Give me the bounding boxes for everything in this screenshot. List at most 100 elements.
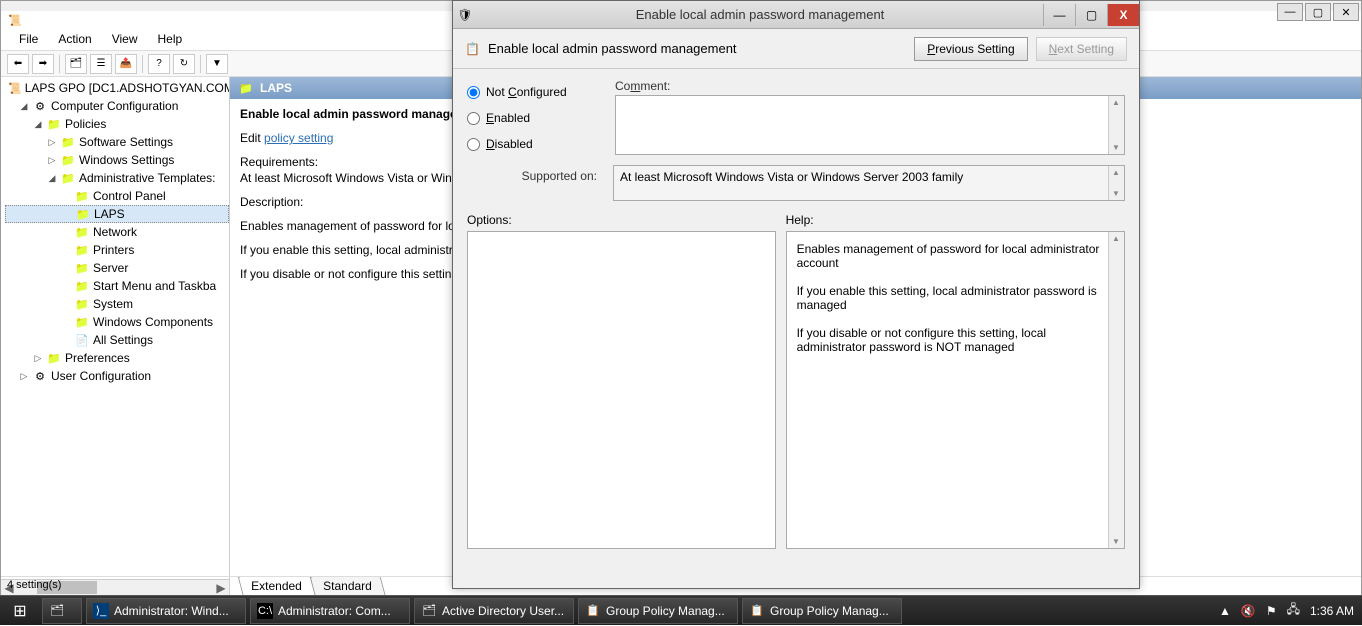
tray-network-icon[interactable]: 🖧 xyxy=(1287,600,1300,621)
tray-clock[interactable]: 1:36 AM xyxy=(1310,604,1354,618)
tree-expander[interactable]: ▷ xyxy=(33,353,43,364)
tree-label: Server xyxy=(93,261,128,275)
forward-button[interactable]: ➡ xyxy=(32,54,54,74)
dialog-title: Enable local admin password management xyxy=(477,7,1043,22)
tree-item-network[interactable]: Network xyxy=(5,223,229,241)
menu-help[interactable]: Help xyxy=(148,29,193,50)
tree-label: Administrative Templates: xyxy=(79,171,216,185)
tree-expander[interactable]: ▷ xyxy=(19,371,29,382)
menu-view[interactable]: View xyxy=(102,29,148,50)
help-scrollbar[interactable] xyxy=(1108,232,1124,548)
tb-refresh-button[interactable]: ↻ xyxy=(173,54,195,74)
tree-item-laps[interactable]: LAPS xyxy=(5,205,229,223)
supported-scrollbar[interactable] xyxy=(1108,166,1124,200)
menu-action[interactable]: Action xyxy=(48,29,101,50)
system-tray[interactable]: ▲ 🔇 ⚑ 🖧 1:36 AM xyxy=(1219,600,1362,621)
tree-item-computer-configuration[interactable]: ◢Computer Configuration xyxy=(5,97,229,115)
tb-help-button[interactable]: ? xyxy=(148,54,170,74)
tb-folder-button[interactable]: 🗂 xyxy=(65,54,87,74)
tree-item-windows-settings[interactable]: ▷ Windows Settings xyxy=(5,151,229,169)
radio-enabled[interactable]: Enabled xyxy=(467,105,597,131)
tb-list-button[interactable]: ☰ xyxy=(90,54,112,74)
folder-icon xyxy=(74,297,90,311)
tree-item-user-configuration[interactable]: ▷User Configuration xyxy=(5,367,229,385)
help-p3: If you disable or not configure this set… xyxy=(797,326,1114,354)
help-p1: Enables management of password for local… xyxy=(797,242,1114,270)
back-button[interactable]: ⬅ xyxy=(7,54,29,74)
tree-label: Policies xyxy=(65,117,106,131)
scroll-icon xyxy=(8,81,22,95)
radio-not-configured-input[interactable] xyxy=(467,86,480,99)
dialog-maximize-button[interactable]: ▢ xyxy=(1075,4,1107,26)
gear-icon xyxy=(32,99,48,113)
tree-item-control-panel[interactable]: Control Panel xyxy=(5,187,229,205)
tb-filter-button[interactable]: ▼ xyxy=(206,54,228,74)
task-gpmc-1[interactable]: 📋Group Policy Manag... xyxy=(578,598,738,624)
tree-label: Preferences xyxy=(65,351,130,365)
folder-icon xyxy=(46,351,62,365)
main-maximize-button[interactable]: ▢ xyxy=(1305,3,1331,21)
folder-icon xyxy=(74,315,90,329)
folder-icon xyxy=(74,243,90,257)
help-p2: If you enable this setting, local admini… xyxy=(797,284,1114,312)
tree-label: System xyxy=(93,297,133,311)
tree-item-policies[interactable]: ◢ Policies xyxy=(5,115,229,133)
main-close-button[interactable]: ✕ xyxy=(1333,3,1359,21)
radio-not-configured[interactable]: Not Configured xyxy=(467,79,597,105)
radio-enabled-input[interactable] xyxy=(467,112,480,125)
folder-icon xyxy=(74,225,90,239)
tree-item-administrative-templates[interactable]: ◢ Administrative Templates: xyxy=(5,169,229,187)
tree-item-start-menu-and-taskba[interactable]: Start Menu and Taskba xyxy=(5,277,229,295)
tray-flag-icon[interactable]: ⚑ xyxy=(1266,604,1277,618)
tree-item-preferences[interactable]: ▷ Preferences xyxy=(5,349,229,367)
tree-expander[interactable]: ◢ xyxy=(33,119,43,130)
tray-volume-icon[interactable]: 🔇 xyxy=(1241,604,1256,618)
next-setting-button[interactable]: Next Setting xyxy=(1036,37,1127,61)
tree-item-windows-components[interactable]: Windows Components xyxy=(5,313,229,331)
tree-expander[interactable]: ◢ xyxy=(47,173,57,184)
folder-icon xyxy=(60,153,76,167)
task-explorer[interactable]: 🗂 xyxy=(42,598,82,624)
dialog-titlebar[interactable]: 🛡 Enable local admin password management… xyxy=(453,1,1139,29)
tree-pane[interactable]: LAPS GPO [DC1.ADSHOTGYAN.COM◢Computer Co… xyxy=(1,77,230,595)
comment-textarea[interactable] xyxy=(615,95,1125,155)
start-button[interactable]: ⊞ xyxy=(0,596,40,626)
tree-item-laps-gpo-dc1-adshotgyan-com[interactable]: LAPS GPO [DC1.ADSHOTGYAN.COM xyxy=(5,79,229,97)
previous-setting-button[interactable]: Previous Setting xyxy=(914,37,1027,61)
tree-item-printers[interactable]: Printers xyxy=(5,241,229,259)
radio-disabled-input[interactable] xyxy=(467,138,480,151)
tree-item-all-settings[interactable]: All Settings xyxy=(5,331,229,349)
tree-item-software-settings[interactable]: ▷Software Settings xyxy=(5,133,229,151)
tree-expander[interactable]: ▷ xyxy=(47,137,57,148)
taskbar: ⊞ 🗂 ⟩_Administrator: Wind... C:\Administ… xyxy=(0,595,1362,625)
comment-scrollbar[interactable] xyxy=(1108,96,1124,154)
task-cmd[interactable]: C:\Administrator: Com... xyxy=(250,598,410,624)
dialog-minimize-button[interactable]: — xyxy=(1043,4,1075,26)
task-powershell[interactable]: ⟩_Administrator: Wind... xyxy=(86,598,246,624)
tb-export-button[interactable]: 📤 xyxy=(115,54,137,74)
folder-icon xyxy=(74,189,90,203)
tree-expander[interactable]: ◢ xyxy=(19,101,29,112)
gear-icon xyxy=(32,369,48,383)
tree-item-system[interactable]: System xyxy=(5,295,229,313)
tree-label: Printers xyxy=(93,243,134,257)
task-aduc[interactable]: 🗂Active Directory User... xyxy=(414,598,574,624)
tree-item-server[interactable]: Server xyxy=(5,259,229,277)
tray-up-icon[interactable]: ▲ xyxy=(1219,604,1231,618)
dialog-close-button[interactable]: X xyxy=(1107,4,1139,26)
main-minimize-button[interactable]: — xyxy=(1277,3,1303,21)
task-gpmc-2[interactable]: 📋Group Policy Manag... xyxy=(742,598,902,624)
tree-label: Windows Settings xyxy=(79,153,174,167)
dialog-header-text: Enable local admin password management xyxy=(488,41,906,56)
sheet-icon xyxy=(74,333,90,347)
tree-expander[interactable]: ▷ xyxy=(47,155,57,166)
dialog-app-icon: 🛡 xyxy=(453,8,477,22)
explorer-icon: 🗂 xyxy=(49,603,65,619)
supported-text-box: At least Microsoft Windows Vista or Wind… xyxy=(613,165,1125,201)
folder-icon xyxy=(238,81,254,95)
menu-file[interactable]: File xyxy=(9,29,48,50)
comment-label: Comment: xyxy=(615,79,1125,93)
radio-disabled[interactable]: Disabled xyxy=(467,131,597,157)
folder-icon xyxy=(60,135,76,149)
edit-policy-link[interactable]: policy setting xyxy=(264,131,333,145)
